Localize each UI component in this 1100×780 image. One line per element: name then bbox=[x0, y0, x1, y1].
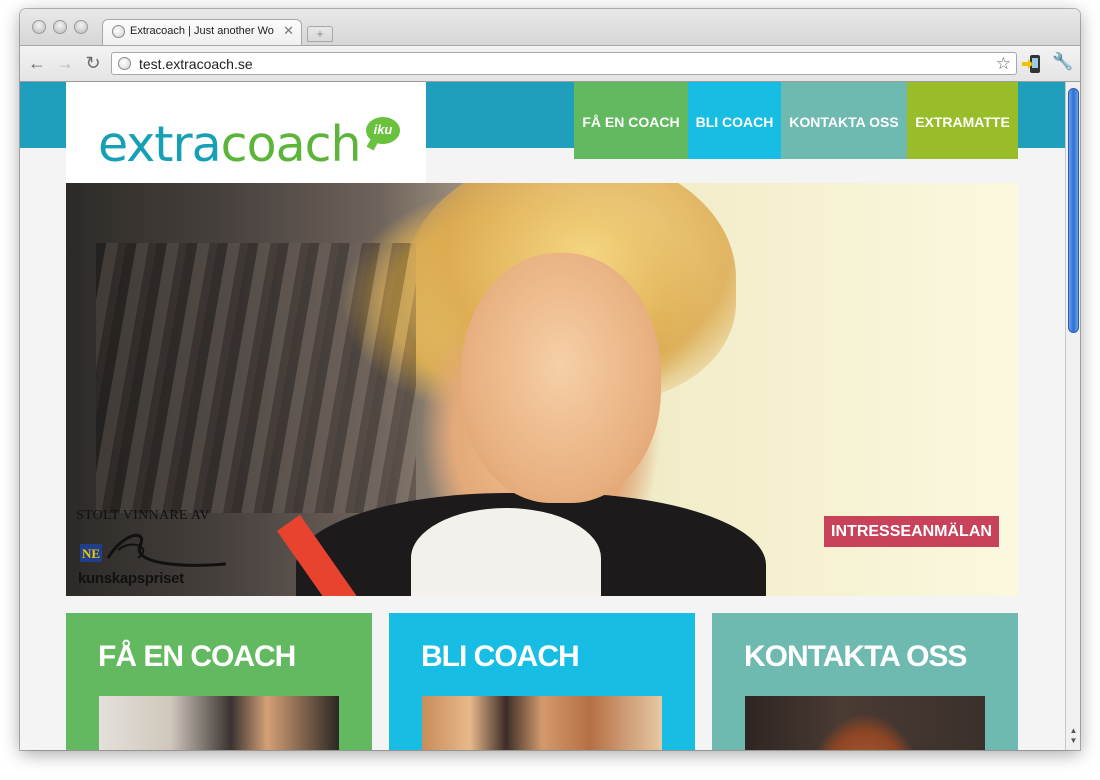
minimize-window-button[interactable] bbox=[53, 20, 67, 34]
logo-bubble: iku bbox=[366, 117, 400, 144]
logo-extra: extra bbox=[98, 116, 222, 173]
card-title[interactable]: BLI COACH bbox=[421, 640, 580, 674]
card-photo bbox=[99, 696, 339, 750]
award-caption: STOLT VINNARE AV bbox=[76, 508, 210, 523]
nav-extramatte[interactable]: EXTRAMATTE bbox=[907, 82, 1018, 159]
card-bli-coach[interactable]: BLI COACH bbox=[389, 613, 695, 750]
close-tab-icon[interactable]: ✕ bbox=[283, 23, 294, 39]
card-kontakta-oss[interactable]: KONTAKTA OSS bbox=[712, 613, 1018, 750]
page-viewport: extracoach iku FÅ EN COACH BLI COACH KON… bbox=[20, 82, 1065, 750]
vertical-scrollbar[interactable]: ▲ ▼ bbox=[1065, 82, 1080, 750]
zoom-window-button[interactable] bbox=[74, 20, 88, 34]
reload-icon[interactable]: ↻ bbox=[83, 52, 103, 74]
card-fa-en-coach[interactable]: FÅ EN COACH bbox=[66, 613, 372, 750]
scroll-down-icon[interactable]: ▼ bbox=[1067, 736, 1080, 746]
bookmark-star-icon[interactable]: ☆ bbox=[996, 54, 1011, 74]
browser-window: Extracoach | Just another Wo ✕ + ← → ↻ t… bbox=[20, 9, 1080, 750]
nav-fa-en-coach[interactable]: FÅ EN COACH bbox=[574, 82, 688, 159]
globe-icon bbox=[118, 57, 131, 70]
forward-arrow-icon[interactable]: → bbox=[55, 52, 75, 74]
tab-title: Extracoach | Just another Wo bbox=[130, 25, 274, 37]
browser-toolbar: ← → ↻ test.extracoach.se ☆ 🔧 bbox=[20, 45, 1080, 82]
card-title[interactable]: KONTAKTA OSS bbox=[744, 640, 967, 674]
hero-banner: STOLT VINNARE AV NE kunskapspriset INTRE… bbox=[66, 183, 1018, 596]
scrollbar-thumb[interactable] bbox=[1068, 88, 1079, 333]
wrench-icon[interactable]: 🔧 bbox=[1052, 52, 1073, 72]
back-arrow-icon[interactable]: ← bbox=[27, 52, 47, 74]
scroll-up-icon[interactable]: ▲ bbox=[1067, 726, 1080, 736]
interest-signup-button[interactable]: INTRESSEANMÄLAN bbox=[824, 516, 999, 547]
title-bar: Extracoach | Just another Wo ✕ + bbox=[20, 9, 1080, 45]
logo-coach: coach bbox=[220, 116, 362, 173]
scroll-arrows[interactable]: ▲ ▼ bbox=[1067, 726, 1080, 746]
card-photo bbox=[745, 696, 985, 750]
globe-icon bbox=[112, 25, 125, 38]
hero-person-face bbox=[461, 253, 661, 503]
url-text[interactable]: test.extracoach.se bbox=[139, 56, 253, 72]
address-bar[interactable]: test.extracoach.se ☆ bbox=[111, 52, 1017, 75]
award-name: kunskapspriset bbox=[78, 570, 184, 587]
nav-bli-coach[interactable]: BLI COACH bbox=[688, 82, 781, 159]
card-photo bbox=[422, 696, 662, 750]
hero-bookshelf bbox=[96, 243, 416, 513]
extension-phone-icon[interactable] bbox=[1022, 54, 1042, 74]
nav-kontakta-oss[interactable]: KONTAKTA OSS bbox=[781, 82, 907, 159]
site-logo[interactable]: extracoach bbox=[98, 116, 362, 173]
svg-text:NE: NE bbox=[82, 546, 100, 561]
new-tab-button[interactable]: + bbox=[307, 26, 333, 42]
card-title[interactable]: FÅ EN COACH bbox=[98, 640, 296, 674]
close-window-button[interactable] bbox=[32, 20, 46, 34]
browser-tab[interactable]: Extracoach | Just another Wo ✕ bbox=[102, 19, 302, 45]
